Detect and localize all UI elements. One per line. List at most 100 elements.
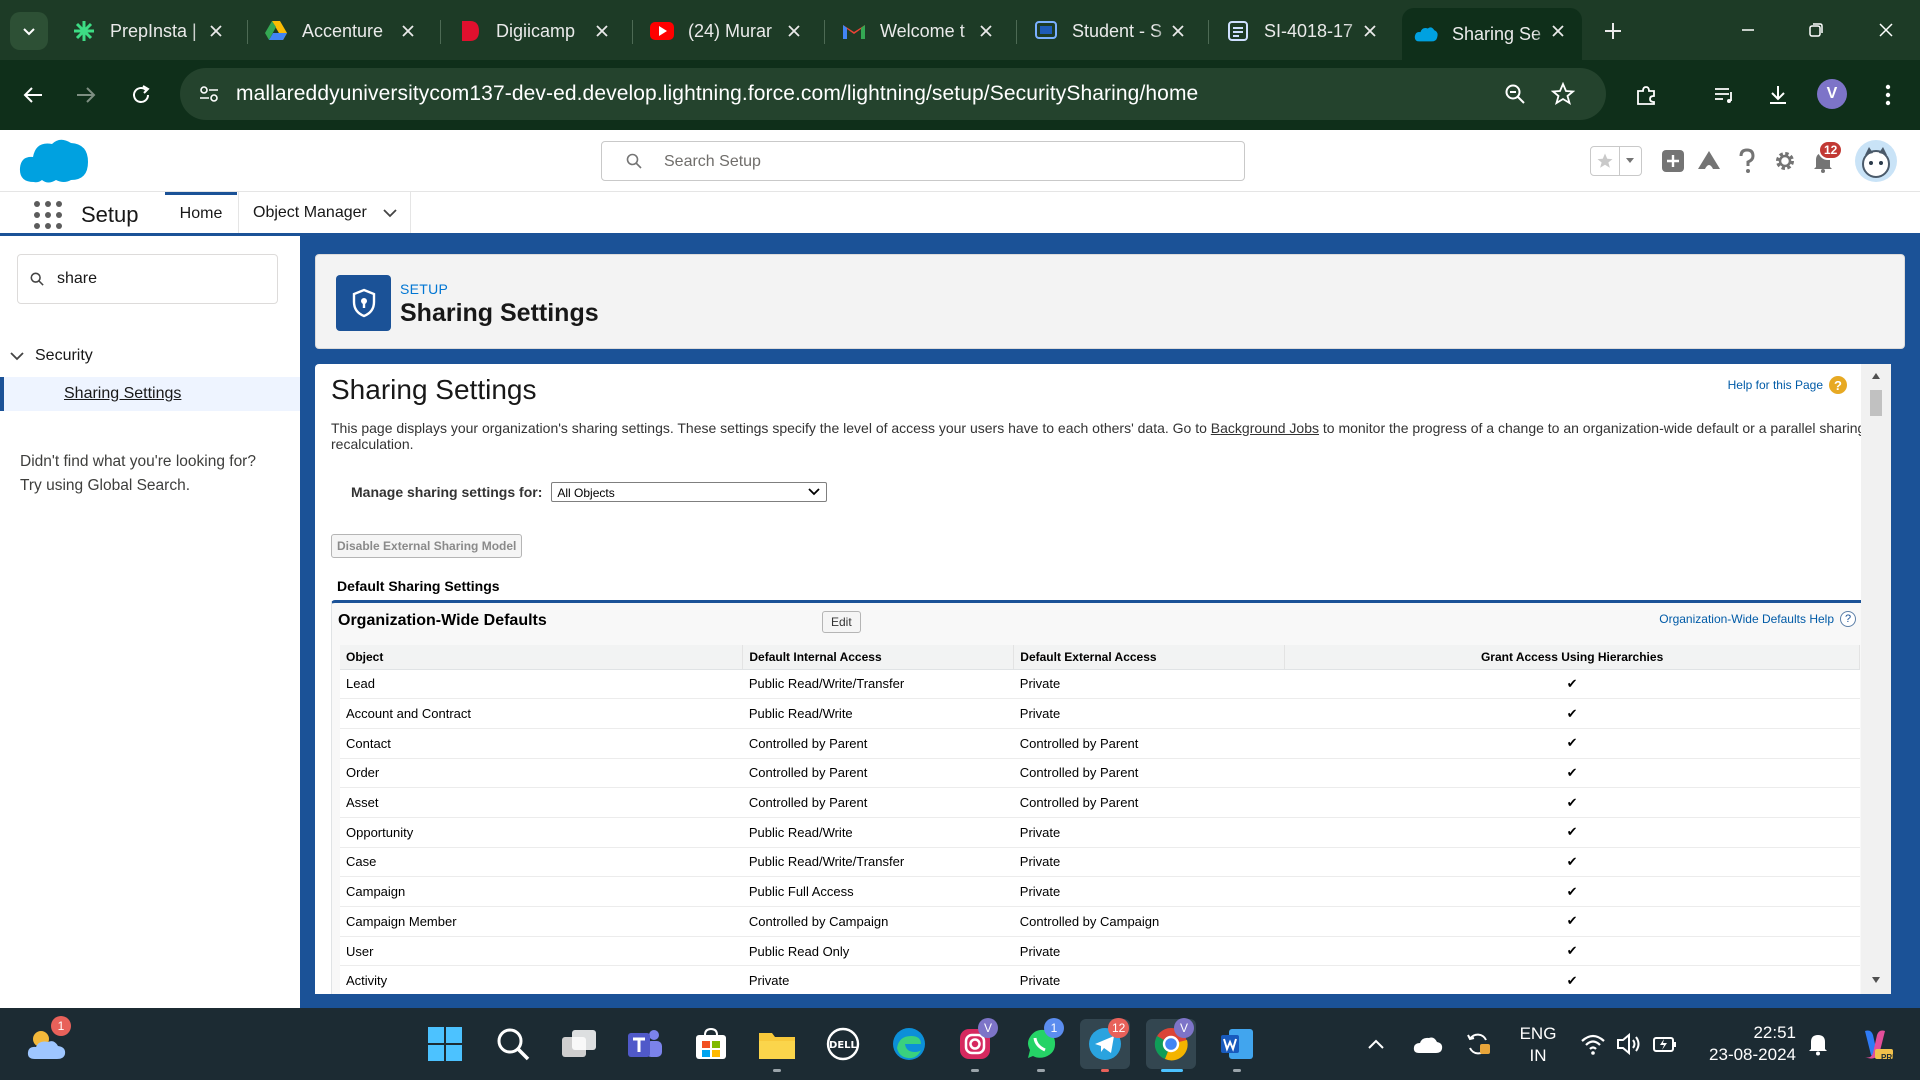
close-tab-icon[interactable] bbox=[396, 19, 420, 43]
profile-avatar[interactable]: V bbox=[1817, 79, 1847, 109]
browser-tab-document[interactable]: SI-4018-17 bbox=[1214, 8, 1394, 54]
back-button[interactable] bbox=[15, 77, 51, 113]
manage-sharing-select[interactable]: All Objects bbox=[551, 482, 828, 502]
onedrive-tray-icon[interactable] bbox=[1406, 1019, 1450, 1069]
task-view-button[interactable] bbox=[554, 1019, 604, 1069]
teams-app[interactable] bbox=[620, 1019, 670, 1069]
language-indicator[interactable]: ENG IN bbox=[1510, 1023, 1566, 1067]
content-scrollbar[interactable] bbox=[1861, 364, 1891, 994]
minimize-button[interactable] bbox=[1720, 10, 1776, 50]
close-tab-icon[interactable] bbox=[974, 19, 998, 43]
owd-help-label[interactable]: Organization-Wide Defaults Help bbox=[1659, 612, 1834, 626]
scrollbar-thumb[interactable] bbox=[1870, 390, 1882, 416]
browser-tab-gmail[interactable]: Welcome t bbox=[830, 8, 1010, 54]
zoom-icon[interactable] bbox=[1500, 79, 1530, 109]
app-launcher-icon[interactable] bbox=[34, 201, 62, 229]
close-tab-icon[interactable] bbox=[1166, 19, 1190, 43]
extensions-button[interactable] bbox=[1628, 77, 1664, 113]
url-text: mallareddyuniversitycom137-dev-ed.develo… bbox=[236, 82, 1199, 105]
close-window-button[interactable] bbox=[1858, 10, 1914, 50]
browser-tab-sharing-settings[interactable]: Sharing Se bbox=[1402, 8, 1582, 60]
internal-access-cell: Controlled by Parent bbox=[742, 787, 1014, 818]
notifications-tray-icon[interactable] bbox=[1798, 1019, 1838, 1069]
favorites-star-icon[interactable] bbox=[1591, 147, 1620, 175]
puzzle-icon bbox=[1637, 86, 1655, 105]
trailhead-guidance-icon[interactable] bbox=[1694, 146, 1724, 176]
show-hidden-icons-button[interactable] bbox=[1358, 1019, 1394, 1069]
browser-tab-student[interactable]: Student - S bbox=[1022, 8, 1202, 54]
file-explorer-app[interactable] bbox=[752, 1019, 802, 1069]
external-access-cell: Controlled by Campaign bbox=[1013, 906, 1285, 937]
clock[interactable]: 22:51 23-08-2024 bbox=[1698, 1022, 1796, 1066]
address-bar[interactable]: mallareddyuniversitycom137-dev-ed.develo… bbox=[180, 68, 1606, 120]
close-tab-icon[interactable] bbox=[1358, 19, 1382, 43]
sidebar-item-sharing-settings[interactable]: Sharing Settings bbox=[0, 377, 300, 411]
start-button[interactable] bbox=[420, 1019, 470, 1069]
help-icon[interactable] bbox=[1732, 146, 1762, 176]
copilot-icon[interactable]: PRE bbox=[1852, 1019, 1898, 1069]
clock-time: 22:51 bbox=[1753, 1023, 1796, 1042]
forward-button[interactable] bbox=[68, 77, 104, 113]
table-header-row: Object Default Internal Access Default E… bbox=[340, 645, 1860, 670]
reload-button[interactable] bbox=[123, 77, 159, 113]
tab-search-button[interactable] bbox=[10, 12, 48, 50]
edit-button[interactable]: Edit bbox=[822, 611, 861, 633]
help-question-icon[interactable]: ? bbox=[1840, 611, 1856, 627]
internal-access-cell: Public Read Only bbox=[742, 936, 1014, 967]
restore-button[interactable] bbox=[1788, 10, 1844, 50]
word-app[interactable] bbox=[1212, 1019, 1262, 1069]
quick-find-input[interactable]: share bbox=[17, 254, 278, 304]
scroll-up-icon[interactable] bbox=[1871, 372, 1881, 380]
sync-tray-icon[interactable] bbox=[1456, 1019, 1500, 1069]
internal-access-cell: Controlled by Campaign bbox=[742, 906, 1014, 937]
owd-help-link[interactable]: Organization-Wide Defaults Help ? bbox=[1659, 611, 1856, 627]
media-control-button[interactable] bbox=[1706, 77, 1742, 113]
battery-charging-icon[interactable] bbox=[1648, 1019, 1682, 1069]
chevron-down-icon[interactable] bbox=[383, 208, 397, 218]
close-tab-icon[interactable] bbox=[1546, 19, 1570, 43]
user-avatar[interactable] bbox=[1855, 140, 1897, 182]
browser-menu-button[interactable] bbox=[1870, 77, 1906, 113]
setup-gear-icon[interactable] bbox=[1770, 146, 1800, 176]
search-icon bbox=[626, 153, 642, 174]
wifi-icon[interactable] bbox=[1576, 1019, 1610, 1069]
checkmark-icon: ✔ bbox=[1284, 698, 1860, 729]
tab-home[interactable]: Home bbox=[165, 192, 237, 233]
sidebar-item-label[interactable]: Sharing Settings bbox=[64, 385, 181, 403]
running-indicator bbox=[1101, 1069, 1109, 1072]
tree-node-security[interactable]: Security bbox=[10, 347, 93, 365]
taskbar-search-button[interactable] bbox=[488, 1019, 538, 1069]
browser-tab-prepinsta[interactable]: PrepInsta | bbox=[60, 8, 240, 54]
help-question-icon[interactable]: ? bbox=[1829, 376, 1847, 394]
object-cell: Order bbox=[340, 758, 743, 789]
browser-tab-digiicamp[interactable]: Digiicamp bbox=[446, 8, 626, 54]
setup-search-input[interactable]: Search Setup bbox=[601, 141, 1245, 181]
close-tab-icon[interactable] bbox=[590, 19, 614, 43]
task-view-icon bbox=[562, 1030, 596, 1057]
favorites-button-group[interactable] bbox=[1590, 146, 1642, 176]
downloads-button[interactable] bbox=[1760, 77, 1796, 113]
site-info-icon[interactable] bbox=[194, 79, 224, 109]
help-for-this-page-link[interactable]: Help for this Page ? bbox=[1728, 376, 1847, 394]
tab-title: Accenture bbox=[302, 20, 384, 41]
salesforce-logo[interactable] bbox=[18, 136, 90, 189]
close-tab-icon[interactable] bbox=[204, 19, 228, 43]
browser-tab-accenture[interactable]: Accenture bbox=[252, 8, 432, 54]
disable-external-sharing-button[interactable]: Disable External Sharing Model bbox=[331, 534, 523, 558]
scroll-down-icon[interactable] bbox=[1871, 976, 1881, 984]
new-tab-button[interactable] bbox=[1596, 14, 1630, 48]
running-indicator bbox=[773, 1069, 781, 1072]
volume-icon[interactable] bbox=[1612, 1019, 1646, 1069]
edge-browser-app[interactable] bbox=[884, 1019, 934, 1069]
dell-app[interactable]: DELL bbox=[818, 1019, 868, 1069]
close-tab-icon[interactable] bbox=[782, 19, 806, 43]
tab-object-manager[interactable]: Object Manager bbox=[238, 192, 411, 233]
bookmark-star-icon[interactable] bbox=[1548, 79, 1578, 109]
table-row: Contact Controlled by Parent Controlled by… bbox=[340, 728, 1860, 759]
help-link-label[interactable]: Help for this Page bbox=[1728, 378, 1823, 392]
favorites-list-icon[interactable] bbox=[1620, 147, 1641, 175]
browser-tab-youtube[interactable]: (24) Murar bbox=[638, 8, 818, 54]
global-actions-icon[interactable] bbox=[1658, 146, 1688, 176]
microsoft-store-app[interactable] bbox=[686, 1019, 736, 1069]
background-jobs-link[interactable]: Background Jobs bbox=[1211, 420, 1319, 436]
